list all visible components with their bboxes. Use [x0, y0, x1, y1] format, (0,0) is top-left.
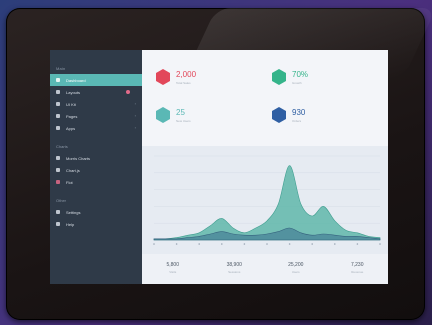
- sidebar-item-layouts[interactable]: Layouts: [50, 86, 142, 98]
- dashboard-icon: [56, 78, 60, 82]
- stat-label: Total Sales: [176, 81, 191, 85]
- x-tick: [334, 243, 336, 245]
- stat-card-orders[interactable]: 930 Orders: [272, 104, 382, 134]
- x-tick: [266, 243, 268, 245]
- notification-badge: [126, 90, 130, 94]
- chart-icon: [56, 156, 60, 160]
- sidebar-item-label: Dashboard: [66, 77, 86, 83]
- sidebar-section-other: Other: [56, 198, 67, 203]
- x-tick: [198, 243, 200, 245]
- sidebar: Main Dashboard Layouts UI Kit › Pages › …: [50, 50, 142, 284]
- chart-svg: [153, 155, 381, 245]
- footer-label: Visits: [169, 270, 177, 274]
- x-tick: [379, 243, 381, 245]
- pages-icon: [56, 114, 60, 118]
- sidebar-item-label: Flot: [66, 179, 73, 185]
- footer-value: 25,200: [288, 262, 304, 268]
- sidebar-item-pages[interactable]: Pages ›: [50, 110, 142, 122]
- help-icon: [56, 222, 60, 226]
- sidebar-item-flot[interactable]: Flot: [50, 176, 142, 188]
- footer-value: 5,800: [166, 262, 179, 268]
- sidebar-item-label: Layouts: [66, 89, 81, 95]
- x-tick: [288, 243, 291, 245]
- x-tick: [356, 243, 359, 245]
- footer-value: 38,900: [226, 262, 242, 268]
- stat-value: 25: [176, 108, 185, 117]
- chart-icon: [56, 180, 60, 184]
- sidebar-item-ui-kit[interactable]: UI Kit ›: [50, 98, 142, 110]
- footer-stat: 38,900 Sessions: [204, 254, 266, 284]
- main-content: 2,000 Total Sales 70% Growth 25 New User…: [142, 50, 388, 284]
- footer-stat: 25,200 Users: [265, 254, 327, 284]
- sidebar-item-dashboard[interactable]: Dashboard: [50, 74, 142, 86]
- sidebar-item-label: Pages: [66, 113, 78, 119]
- stat-card-growth[interactable]: 70% Growth: [272, 66, 382, 96]
- sidebar-item-label: Help: [66, 221, 75, 227]
- chart-icon: [56, 168, 60, 172]
- hexagon-icon: [272, 69, 286, 85]
- footer-value: 7,230: [350, 262, 364, 268]
- sidebar-item-label: Chart.js: [66, 167, 80, 173]
- sidebar-item-label: Settings: [66, 209, 81, 215]
- x-tick: [175, 243, 178, 245]
- chevron-right-icon: ›: [134, 113, 136, 118]
- gear-icon: [56, 210, 60, 214]
- stat-label: Orders: [292, 119, 302, 123]
- sidebar-item-label: Morris Charts: [66, 155, 91, 161]
- area-chart[interactable]: [142, 146, 388, 262]
- dashboard-screen: Main Dashboard Layouts UI Kit › Pages › …: [50, 50, 388, 284]
- stats-footer: 5,800 Visits 38,900 Sessions 25,200 User…: [142, 254, 388, 284]
- footer-label: Revenue: [351, 270, 364, 274]
- stat-value: 70%: [292, 70, 309, 79]
- stat-label: Growth: [292, 81, 302, 85]
- x-tick: [153, 243, 155, 245]
- footer-stat: 7,230 Revenue: [327, 254, 389, 284]
- layouts-icon: [56, 90, 60, 94]
- hexagon-icon: [272, 107, 286, 123]
- sidebar-item-settings[interactable]: Settings: [50, 206, 142, 218]
- sidebar-item-morris[interactable]: Morris Charts: [50, 152, 142, 164]
- sidebar-item-apps[interactable]: Apps ›: [50, 122, 142, 134]
- x-tick: [243, 243, 246, 245]
- sidebar-item-chartjs[interactable]: Chart.js: [50, 164, 142, 176]
- ui-kit-icon: [56, 102, 60, 106]
- footer-label: Users: [291, 270, 300, 274]
- sidebar-section-charts: Charts: [56, 144, 68, 149]
- series-area-0: [153, 165, 381, 241]
- apps-icon: [56, 126, 60, 130]
- sidebar-section-main: Main: [56, 66, 66, 71]
- stat-card-users[interactable]: 25 New Users: [156, 104, 266, 134]
- hexagon-icon: [156, 69, 170, 85]
- stat-value: 930: [292, 108, 306, 117]
- x-tick: [311, 243, 313, 245]
- hexagon-icon: [156, 107, 170, 123]
- footer-stat: 5,800 Visits: [142, 254, 204, 284]
- chevron-right-icon: ›: [134, 101, 136, 106]
- stat-value: 2,000: [176, 70, 197, 79]
- chevron-right-icon: ›: [134, 125, 136, 130]
- stat-label: New Users: [176, 119, 191, 123]
- x-tick: [221, 243, 223, 245]
- stat-card-sales[interactable]: 2,000 Total Sales: [156, 66, 266, 96]
- sidebar-item-label: Apps: [66, 125, 76, 131]
- sidebar-item-help[interactable]: Help: [50, 218, 142, 230]
- sidebar-item-label: UI Kit: [66, 101, 76, 107]
- footer-label: Sessions: [228, 270, 241, 274]
